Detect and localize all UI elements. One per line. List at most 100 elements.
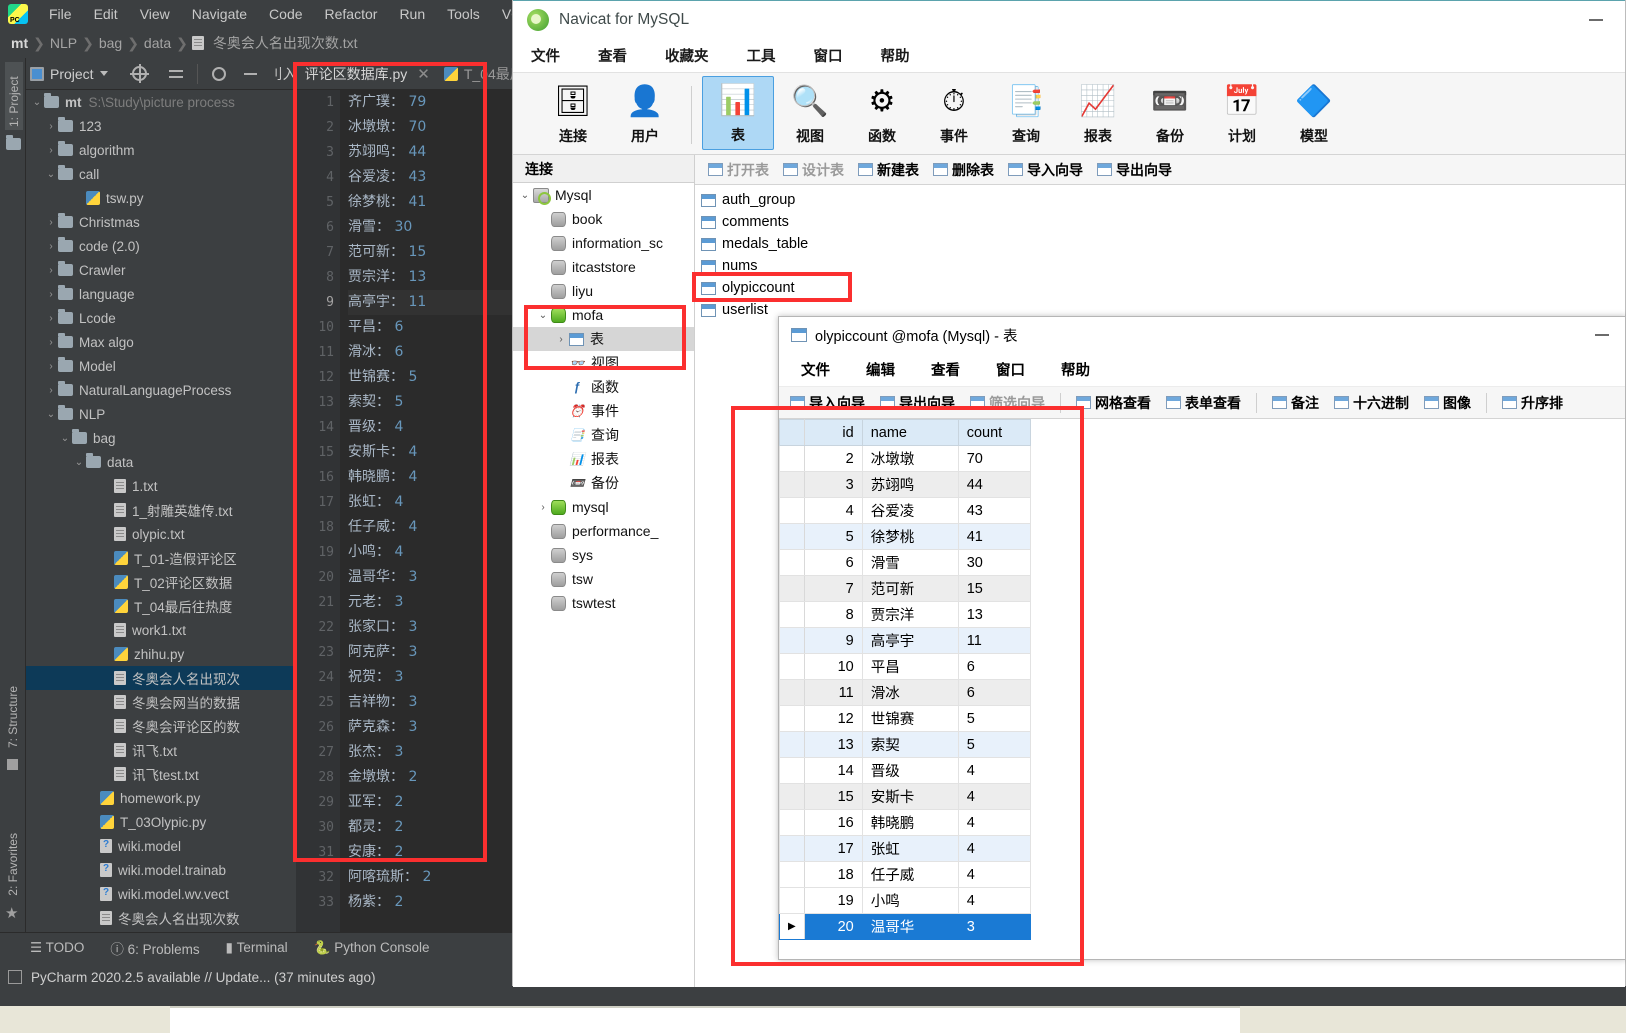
editor-line[interactable]: 祝贺： 3 — [348, 665, 518, 690]
grid-cell-name[interactable]: 滑冰 — [861, 679, 959, 706]
db-tree-item[interactable]: 📊 报表 — [513, 447, 694, 471]
chevron-right-icon[interactable]: › — [553, 334, 569, 345]
grid-cell-id[interactable]: 20 — [803, 913, 863, 940]
grid-row[interactable]: 13 索契 5 — [779, 731, 1031, 758]
grid-cell-name[interactable]: 任子威 — [861, 861, 959, 888]
editor-line[interactable]: 阿克萨： 3 — [348, 640, 518, 665]
grid-cell-name[interactable]: 温哥华 — [861, 913, 959, 940]
editor-line[interactable]: 晋级： 4 — [348, 415, 518, 440]
tree-item[interactable]: T_01-造假评论区 — [26, 546, 296, 570]
grid-cell-id[interactable]: 12 — [803, 705, 863, 732]
grid-cell-count[interactable]: 5 — [957, 705, 1031, 732]
grid-cell-id[interactable]: 6 — [803, 549, 863, 576]
breadcrumb-item-data[interactable]: data — [141, 35, 174, 51]
menu-file[interactable]: File — [38, 3, 83, 25]
editor-line[interactable]: 任子威： 4 — [348, 515, 518, 540]
menu-view[interactable]: View — [129, 3, 181, 25]
toolbar-button-view[interactable]: 🔍 视图 — [774, 78, 846, 150]
toolbar-button-event[interactable]: ⏱ 事件 — [918, 78, 990, 150]
table-list-item[interactable]: medals_table — [695, 233, 1625, 255]
toolbar-button-user[interactable]: 👤 用户 — [609, 78, 681, 150]
toolbar-button-model[interactable]: 🔷 模型 — [1278, 78, 1350, 150]
tables-toolbar-delete[interactable]: 删除表 — [928, 158, 999, 182]
iw-toolbar-grid-view[interactable]: 网格查看 — [1071, 391, 1156, 415]
tree-item[interactable]: › 123 — [26, 114, 296, 138]
iw-menu-file[interactable]: 文件 — [801, 359, 830, 380]
tree-item[interactable]: ⌄ mt S:\Study\picture process — [26, 90, 296, 114]
grid-col-count[interactable]: count — [957, 419, 1031, 446]
grid-cell-id[interactable]: 8 — [803, 601, 863, 628]
grid-row-marker[interactable] — [779, 783, 805, 810]
tree-item[interactable]: 冬奥会评论区的数 — [26, 714, 296, 738]
chevron-down-icon[interactable]: ⌄ — [30, 97, 44, 108]
grid-row-marker[interactable] — [779, 575, 805, 602]
grid-cell-name[interactable]: 小鸣 — [861, 887, 959, 914]
status-message[interactable]: PyCharm 2020.2.5 available // Update... … — [31, 970, 375, 985]
db-tree-item[interactable]: information_sc — [513, 231, 694, 255]
chevron-down-icon[interactable]: ⌄ — [535, 310, 551, 321]
grid-cell-name[interactable]: 徐梦桃 — [861, 523, 959, 550]
grid-row[interactable]: 10 平昌 6 — [779, 653, 1031, 680]
chevron-right-icon[interactable]: › — [44, 121, 58, 132]
grid-cell-count[interactable]: 15 — [957, 575, 1031, 602]
grid-cell-name[interactable]: 索契 — [861, 731, 959, 758]
table-list-item[interactable]: auth_group — [695, 189, 1625, 211]
iw-toolbar-import-wizard[interactable]: 导入向导 — [785, 391, 870, 415]
chevron-right-icon[interactable]: › — [44, 361, 58, 372]
tree-item[interactable]: 冬奥会人名出现次 — [26, 666, 296, 690]
grid-cell-name[interactable]: 范可新 — [861, 575, 959, 602]
nv-menu-file[interactable]: 文件 — [531, 45, 560, 66]
chevron-down-icon[interactable]: ⌄ — [44, 409, 58, 420]
grid-cell-id[interactable]: 15 — [803, 783, 863, 810]
db-tree-item[interactable]: ⏰ 事件 — [513, 399, 694, 423]
editor-text[interactable]: 齐广璞： 79 冰墩墩： 70 苏翊鸣： 44 谷爱凌： 43 徐梦桃： 41 滑雪： 3… — [348, 90, 518, 948]
editor-line[interactable]: 萨克森： 3 — [348, 715, 518, 740]
toolbar-button-query[interactable]: 📑 查询 — [990, 78, 1062, 150]
grid-row[interactable]: 7 范可新 15 — [779, 575, 1031, 602]
grid-cell-id[interactable]: 11 — [803, 679, 863, 706]
grid-cell-count[interactable]: 41 — [957, 523, 1031, 550]
editor-line[interactable]: 张虹： 4 — [348, 490, 518, 515]
iw-toolbar-hex[interactable]: 十六进制 — [1329, 391, 1414, 415]
editor-line[interactable]: 亚军： 2 — [348, 790, 518, 815]
editor-line[interactable]: 徐梦桃： 41 — [348, 190, 518, 215]
iw-menu-view[interactable]: 查看 — [931, 359, 960, 380]
nv-menu-favorites[interactable]: 收藏夹 — [665, 45, 709, 66]
grid-row[interactable]: 15 安斯卡 4 — [779, 783, 1031, 810]
db-tree-item[interactable]: 📑 查询 — [513, 423, 694, 447]
grid-row[interactable]: 17 张虹 4 — [779, 835, 1031, 862]
editor-line[interactable]: 平昌： 6 — [348, 315, 518, 340]
chevron-down-icon[interactable]: ⌄ — [517, 190, 533, 201]
grid-row[interactable]: 5 徐梦桃 41 — [779, 523, 1031, 550]
gear-icon[interactable] — [211, 66, 226, 81]
grid-col-id[interactable]: id — [803, 419, 863, 446]
taskbar-window-item[interactable] — [170, 1006, 1240, 1033]
chevron-right-icon[interactable]: › — [44, 217, 58, 228]
table-window-minimize-button[interactable] — [1595, 334, 1609, 336]
tree-item[interactable]: › Max algo — [26, 330, 296, 354]
bottom-item-terminal[interactable]: ▮ Terminal — [226, 940, 288, 956]
toolbar-button-backup[interactable]: 📼 备份 — [1134, 78, 1206, 150]
grid-row[interactable]: 4 谷爱凌 43 — [779, 497, 1031, 524]
grid-row-marker[interactable] — [779, 653, 805, 680]
db-tree-item[interactable]: ƒ 函数 — [513, 375, 694, 399]
sidebar-item-structure[interactable]: 7: Structure — [6, 686, 20, 748]
grid-row-marker[interactable] — [779, 679, 805, 706]
iw-menu-help[interactable]: 帮助 — [1061, 359, 1090, 380]
grid-row[interactable]: 14 晋级 4 — [779, 757, 1031, 784]
db-tree-item[interactable]: ⌄ mofa — [513, 303, 694, 327]
toolbar-button-report[interactable]: 📈 报表 — [1062, 78, 1134, 150]
nv-menu-view[interactable]: 查看 — [598, 45, 627, 66]
menu-navigate[interactable]: Navigate — [181, 3, 258, 25]
grid-cell-count[interactable]: 6 — [957, 653, 1031, 680]
grid-cell-count[interactable]: 43 — [957, 497, 1031, 524]
grid-cell-id[interactable]: 14 — [803, 757, 863, 784]
table-list-item[interactable]: nums — [695, 255, 1625, 277]
iw-toolbar-image[interactable]: 图像 — [1419, 391, 1476, 415]
grid-cell-id[interactable]: 7 — [803, 575, 863, 602]
editor-line[interactable]: 韩晓鹏： 4 — [348, 465, 518, 490]
editor-line[interactable]: 阿喀琉斯： 2 — [348, 865, 518, 890]
editor-line[interactable]: 索契： 5 — [348, 390, 518, 415]
grid-row-marker[interactable] — [779, 445, 805, 472]
chevron-right-icon[interactable]: › — [44, 241, 58, 252]
